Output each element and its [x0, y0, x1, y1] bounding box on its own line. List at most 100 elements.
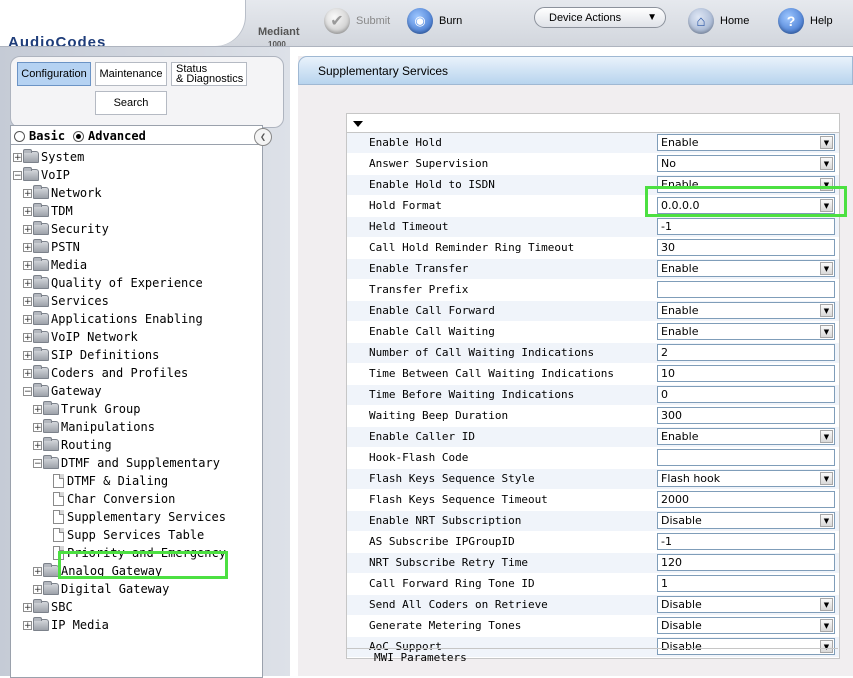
tab-maintenance[interactable]: Maintenance [95, 62, 167, 86]
dropdown-arrow-icon[interactable]: ▼ [820, 514, 833, 527]
collapse-panel-button[interactable]: ❮ [254, 128, 272, 146]
expand-plus-icon[interactable]: + [23, 332, 32, 342]
expand-plus-icon[interactable]: + [23, 296, 32, 306]
tree-item[interactable]: − Gateway [23, 382, 102, 400]
tree-item[interactable]: Supplementary Services [53, 508, 226, 526]
setting-text-input[interactable]: 0 [657, 386, 835, 403]
nav-tab-group: Configuration Maintenance Status & Diagn… [10, 56, 284, 128]
tree-item[interactable]: + Services [23, 292, 109, 310]
setting-select[interactable]: No ▼ [657, 155, 835, 172]
tree-item[interactable]: + SBC [23, 598, 73, 616]
tree-item[interactable]: + PSTN [23, 238, 80, 256]
tree-item[interactable]: + IP Media [23, 616, 109, 634]
setting-select[interactable]: Flash hook ▼ [657, 470, 835, 487]
tree-item[interactable]: + Trunk Group [33, 400, 140, 418]
expand-plus-icon[interactable]: + [23, 260, 32, 270]
expand-plus-icon[interactable]: + [23, 242, 32, 252]
setting-select[interactable]: Disable ▼ [657, 596, 835, 613]
dropdown-arrow-icon: ▼ [647, 12, 657, 23]
mwi-parameters-header[interactable]: MWI Parameters [346, 648, 838, 663]
expand-plus-icon[interactable]: + [33, 566, 42, 576]
tree-item[interactable]: + Coders and Profiles [23, 364, 188, 382]
expand-plus-icon[interactable]: + [23, 188, 32, 198]
setting-text-input[interactable]: 300 [657, 407, 835, 424]
setting-select[interactable]: Enable ▼ [657, 134, 835, 151]
collapse-minus-icon[interactable]: − [13, 170, 22, 180]
setting-select[interactable]: Enable ▼ [657, 323, 835, 340]
tree-item-label: Char Conversion [67, 492, 176, 506]
tree-item[interactable]: Char Conversion [53, 490, 175, 508]
setting-text-input[interactable] [657, 449, 835, 466]
tree-item[interactable]: + SIP Definitions [23, 346, 159, 364]
tree-item[interactable]: + Quality of Experience [23, 274, 203, 292]
tree-item[interactable]: + System [13, 148, 84, 166]
tree-item[interactable]: + Security [23, 220, 109, 238]
folder-icon [23, 167, 39, 181]
tree-item[interactable]: − DTMF and Supplementary [33, 454, 220, 472]
group-header[interactable] [347, 114, 839, 133]
collapse-minus-icon[interactable]: − [23, 386, 32, 396]
setting-label: Enable NRT Subscription [369, 514, 522, 527]
setting-select[interactable]: Enable ▼ [657, 428, 835, 445]
dropdown-arrow-icon[interactable]: ▼ [820, 472, 833, 485]
setting-select[interactable]: Enable ▼ [657, 302, 835, 319]
home-button[interactable]: ⌂ Home [688, 6, 749, 36]
tree-item[interactable]: + Routing [33, 436, 112, 454]
setting-text-input[interactable]: -1 [657, 218, 835, 235]
setting-text-input[interactable]: 30 [657, 239, 835, 256]
tree-item[interactable]: − VoIP [13, 166, 70, 184]
setting-text-input[interactable]: 120 [657, 554, 835, 571]
expand-plus-icon[interactable]: + [33, 422, 42, 432]
dropdown-arrow-icon[interactable]: ▼ [820, 619, 833, 632]
dropdown-arrow-icon[interactable]: ▼ [820, 157, 833, 170]
help-button[interactable]: ? Help [778, 6, 833, 36]
setting-text-input[interactable]: 1 [657, 575, 835, 592]
expand-plus-icon[interactable]: + [13, 152, 22, 162]
collapse-minus-icon[interactable]: − [33, 458, 42, 468]
tree-item[interactable]: + Manipulations [33, 418, 155, 436]
dropdown-arrow-icon[interactable]: ▼ [820, 262, 833, 275]
setting-select[interactable]: Enable ▼ [657, 260, 835, 277]
setting-text-input[interactable]: 10 [657, 365, 835, 382]
setting-text-input[interactable]: 2000 [657, 491, 835, 508]
dropdown-arrow-icon[interactable]: ▼ [820, 325, 833, 338]
folder-icon [33, 275, 49, 289]
tab-configuration[interactable]: Configuration [17, 62, 91, 86]
dropdown-arrow-icon[interactable]: ▼ [820, 598, 833, 611]
expand-plus-icon[interactable]: + [23, 368, 32, 378]
settings-row: Enable Call Forward Enable ▼ [347, 301, 839, 322]
tree-item[interactable]: DTMF & Dialing [53, 472, 168, 490]
dropdown-arrow-icon[interactable]: ▼ [820, 304, 833, 317]
setting-text-input[interactable]: 2 [657, 344, 835, 361]
tree-item[interactable]: + Applications Enabling [23, 310, 203, 328]
setting-select[interactable]: Disable ▼ [657, 617, 835, 634]
expand-plus-icon[interactable]: + [33, 440, 42, 450]
expand-plus-icon[interactable]: + [23, 620, 32, 630]
expand-plus-icon[interactable]: + [23, 350, 32, 360]
view-basic-radio[interactable]: Basic [14, 129, 65, 143]
tab-search[interactable]: Search [95, 91, 167, 115]
device-actions-dropdown[interactable]: Device Actions ▼ [534, 7, 666, 28]
setting-select[interactable]: Disable ▼ [657, 512, 835, 529]
expand-plus-icon[interactable]: + [23, 206, 32, 216]
tree-item[interactable]: + TDM [23, 202, 73, 220]
expand-plus-icon[interactable]: + [33, 404, 42, 414]
tree-item[interactable]: + VoIP Network [23, 328, 138, 346]
submit-button[interactable]: ✔ Submit [324, 6, 390, 36]
dropdown-arrow-icon[interactable]: ▼ [820, 136, 833, 149]
expand-plus-icon[interactable]: + [23, 224, 32, 234]
expand-plus-icon[interactable]: + [23, 314, 32, 324]
setting-text-input[interactable] [657, 281, 835, 298]
tree-item[interactable]: + Digital Gateway [33, 580, 169, 598]
tree-item[interactable]: Supp Services Table [53, 526, 204, 544]
tree-item[interactable]: + Network [23, 184, 102, 202]
setting-text-input[interactable]: -1 [657, 533, 835, 550]
expand-plus-icon[interactable]: + [33, 584, 42, 594]
expand-plus-icon[interactable]: + [23, 602, 32, 612]
tab-status-diagnostics[interactable]: Status & Diagnostics [171, 62, 247, 86]
burn-button[interactable]: ◉ Burn [407, 6, 462, 36]
view-advanced-radio[interactable]: Advanced [73, 129, 146, 143]
dropdown-arrow-icon[interactable]: ▼ [820, 430, 833, 443]
expand-plus-icon[interactable]: + [23, 278, 32, 288]
tree-item[interactable]: + Media [23, 256, 87, 274]
